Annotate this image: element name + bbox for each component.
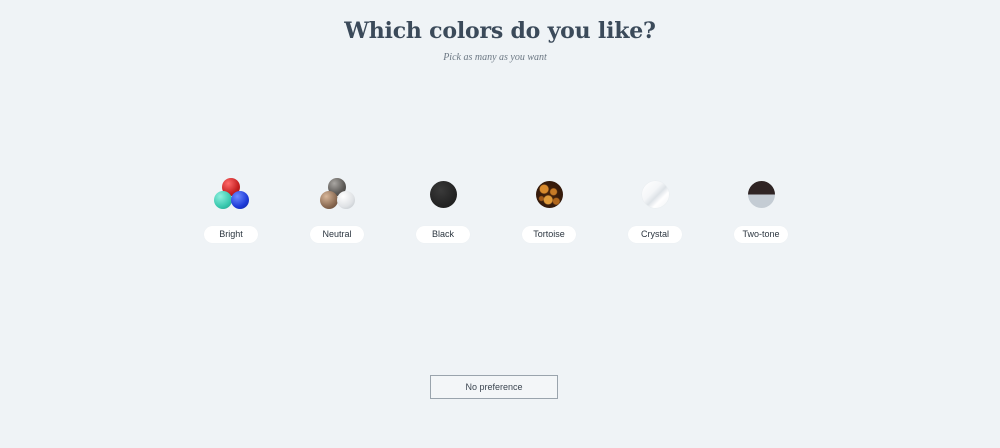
option-label: Tortoise <box>522 226 576 243</box>
black-dot <box>430 181 457 208</box>
silver-dot <box>337 191 355 209</box>
crystal-swatch-icon <box>602 175 708 215</box>
option-tortoise[interactable]: Tortoise <box>496 175 602 247</box>
no-preference-button[interactable]: No preference <box>430 375 558 399</box>
blue-dot <box>231 191 249 209</box>
option-label: Two-tone <box>734 226 788 243</box>
black-swatch-icon <box>390 175 496 215</box>
option-bright[interactable]: Bright <box>178 175 284 247</box>
option-label: Neutral <box>310 226 364 243</box>
option-crystal[interactable]: Crystal <box>602 175 708 247</box>
crystal-dot <box>642 181 669 208</box>
page-subtitle: Pick as many as you want <box>443 52 547 63</box>
teal-dot <box>214 191 232 209</box>
option-neutral[interactable]: Neutral <box>284 175 390 247</box>
bronze-dot <box>320 191 338 209</box>
option-label: Bright <box>204 226 258 243</box>
tortoise-dot <box>536 181 563 208</box>
page-title: Which colors do you like? <box>344 18 656 44</box>
bright-swatch-icon <box>178 175 284 215</box>
option-label: Crystal <box>628 226 682 243</box>
two-tone-dot <box>748 181 775 208</box>
two-tone-swatch-icon <box>708 175 814 215</box>
option-black[interactable]: Black <box>390 175 496 247</box>
neutral-swatch-icon <box>284 175 390 215</box>
option-label: Black <box>416 226 470 243</box>
color-options: Bright Neutral Black Tortoise Crystal Tw… <box>178 175 838 255</box>
tortoise-swatch-icon <box>496 175 602 215</box>
option-two-tone[interactable]: Two-tone <box>708 175 814 247</box>
